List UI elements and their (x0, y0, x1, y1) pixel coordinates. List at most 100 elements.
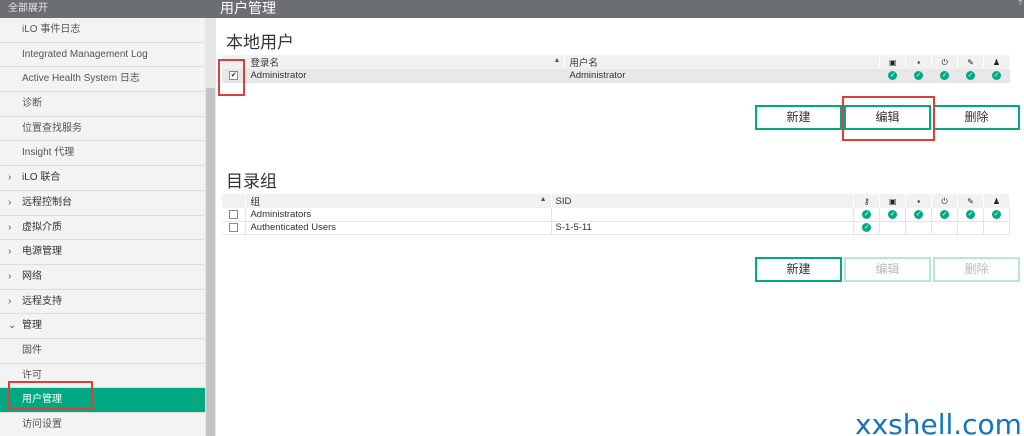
check-circle-icon: ✓ (914, 70, 924, 80)
sidebar-item-label: Active Health System 日志 (22, 73, 140, 85)
check-circle-icon: ✓ (966, 70, 976, 80)
column-username[interactable]: 用户名 (564, 55, 881, 69)
sidebar-item[interactable]: Active Health System 日志 (0, 67, 205, 93)
sidebar-scrollbar[interactable] (205, 18, 216, 436)
help-icon[interactable]: ? (1018, 0, 1022, 7)
check-circle-icon: ✓ (888, 209, 898, 219)
sidebar-item-label: 位置查找服务 (22, 122, 82, 134)
permission-column: ▪ (905, 55, 933, 69)
chevron-right-icon: › (8, 172, 12, 184)
permission-cell (931, 221, 959, 235)
chevron-right-icon: › (8, 270, 12, 282)
sidebar-item-label: 管理 (22, 320, 42, 332)
check-circle-icon: ✓ (940, 70, 950, 80)
check-circle-icon: ✓ (940, 209, 950, 219)
permission-column: ♟ (983, 55, 1010, 69)
check-circle-icon: ✓ (991, 209, 1001, 219)
group-edit-button[interactable]: 编辑 (844, 257, 931, 282)
sidebar-item[interactable]: 许可 (0, 364, 205, 389)
sidebar-item-label: Integrated Management Log (22, 48, 148, 60)
image-icon: ▣ (889, 57, 897, 67)
column-login-label: 登录名 (250, 58, 279, 69)
permission-column: ♟ (983, 194, 1011, 208)
check-circle-icon: ✓ (862, 209, 872, 219)
check-circle-icon: ✓ (966, 209, 975, 219)
sidebar-item[interactable]: ⌄ 管理 (0, 314, 205, 339)
table-row[interactable]: ✔ Administrator Administrator ✓ ✓ ✓ ✓ ✓ (222, 69, 1010, 83)
permission-cell: ✓ (853, 221, 881, 235)
local-edit-button[interactable]: 编辑 (844, 105, 931, 130)
sidebar-item[interactable]: › 电源管理 (0, 240, 205, 265)
permission-cell: ✓ (931, 208, 959, 222)
sidebar-item[interactable]: 访问设置 (0, 413, 205, 436)
expand-all-link[interactable]: 全部展开 (0, 0, 216, 18)
sidebar-scrollbar-thumb[interactable] (206, 88, 215, 436)
sort-asc-icon[interactable]: ▲ (540, 196, 547, 203)
sidebar-item-label: 网络 (22, 270, 42, 282)
row-select-cell: ✔ (222, 69, 247, 83)
local-new-button[interactable]: 新建 (755, 105, 842, 130)
permission-cell: ✓ (957, 208, 984, 222)
sidebar-item[interactable]: 位置查找服务 (0, 117, 205, 142)
permission-cell: ✓ (853, 208, 881, 222)
table-row[interactable]: Administrators ✓ ✓ ✓ ✓ ✓ ✓ (222, 208, 1011, 222)
sidebar-item-label: 诊断 (22, 98, 42, 110)
sidebar-item-label: 远程控制台 (22, 196, 72, 208)
row-checkbox[interactable]: ✔ (229, 70, 239, 80)
directory-groups-table: 组 ▲ SID ⚷ ▣ ▪ ⏻ ✎ ♟ Administrators ✓ ✓ ✓ ✓ ✓ ✓ Authe… (222, 194, 1011, 235)
permission-cell: ✓ (905, 69, 933, 83)
row-checkbox[interactable] (229, 222, 239, 232)
sidebar-item[interactable]: 诊断 (0, 92, 205, 117)
sidebar-item-label: iLO 事件日志 (22, 24, 81, 35)
permission-cell: ✓ (905, 208, 933, 222)
permission-cell: ✓ (931, 69, 959, 83)
sidebar-item[interactable]: › iLO 联合 (0, 166, 205, 191)
sort-asc-icon[interactable]: ▲ (553, 57, 560, 64)
permission-cell: ✓ (879, 208, 907, 222)
user-icon: ♟ (992, 196, 1001, 206)
column-group[interactable]: 组 ▲ (245, 194, 552, 208)
column-login[interactable]: 登录名 ▲ (245, 55, 566, 69)
sidebar-item[interactable]: iLO 事件日志 (0, 18, 205, 43)
sidebar-item[interactable]: 用户管理 (0, 388, 205, 413)
column-group-label: 组 (250, 197, 260, 208)
save-icon: ▪ (917, 196, 921, 206)
permission-cell: ✓ (983, 69, 1010, 83)
check-circle-icon: ✓ (992, 70, 1001, 80)
group-new-button[interactable]: 新建 (755, 257, 842, 282)
sidebar-item-label: 许可 (22, 369, 42, 381)
sidebar-item[interactable]: › 网络 (0, 265, 205, 290)
permission-column: ▣ (879, 55, 907, 69)
column-sid-label: SID (555, 195, 572, 207)
check-circle-icon: ✓ (888, 70, 898, 80)
cell-login: Administrator (245, 69, 566, 83)
sidebar-item-label: 用户管理 (22, 394, 62, 406)
group-delete-button[interactable]: 删除 (933, 257, 1020, 282)
sidebar-item[interactable]: 固件 (0, 339, 205, 364)
cell-group: Administrators (245, 208, 552, 222)
cell-group: Authenticated Users (245, 221, 552, 235)
sidebar-item[interactable]: Insight 代理 (0, 141, 205, 167)
cell-username: Administrator (564, 69, 881, 83)
table-header: 组 ▲ SID ⚷ ▣ ▪ ⏻ ✎ ♟ (222, 194, 1011, 208)
permission-cell (957, 221, 984, 235)
sidebar-item-label: 固件 (22, 344, 42, 356)
sidebar-item[interactable]: › 虚拟介质 (0, 216, 205, 241)
sidebar-item[interactable]: Integrated Management Log (0, 43, 205, 68)
select-column (222, 55, 247, 69)
sidebar-item[interactable]: › 远程控制台 (0, 191, 205, 216)
local-delete-button[interactable]: 删除 (933, 105, 1020, 130)
table-row[interactable]: Authenticated Users S-1-5-11 ✓ (222, 221, 1011, 235)
column-sid[interactable]: SID (551, 194, 855, 208)
sidebar-item-label: 访问设置 (22, 419, 62, 430)
sidebar-item[interactable]: › 远程支持 (0, 290, 205, 315)
page-title: 用户管理 (220, 0, 276, 16)
permission-column: ✎ (957, 194, 984, 208)
row-checkbox[interactable] (229, 209, 239, 219)
local-users-table: 登录名 ▲ 用户名 ▣ ▪ ⏻ ✎ ♟ ✔ Administrator Administra… (222, 55, 1010, 83)
wrench-icon: ✎ (967, 196, 974, 206)
select-column (222, 194, 247, 208)
sidebar-item-label: Insight 代理 (22, 147, 75, 159)
power-icon: ⏻ (941, 196, 948, 206)
cell-sid: S-1-5-11 (551, 221, 855, 235)
